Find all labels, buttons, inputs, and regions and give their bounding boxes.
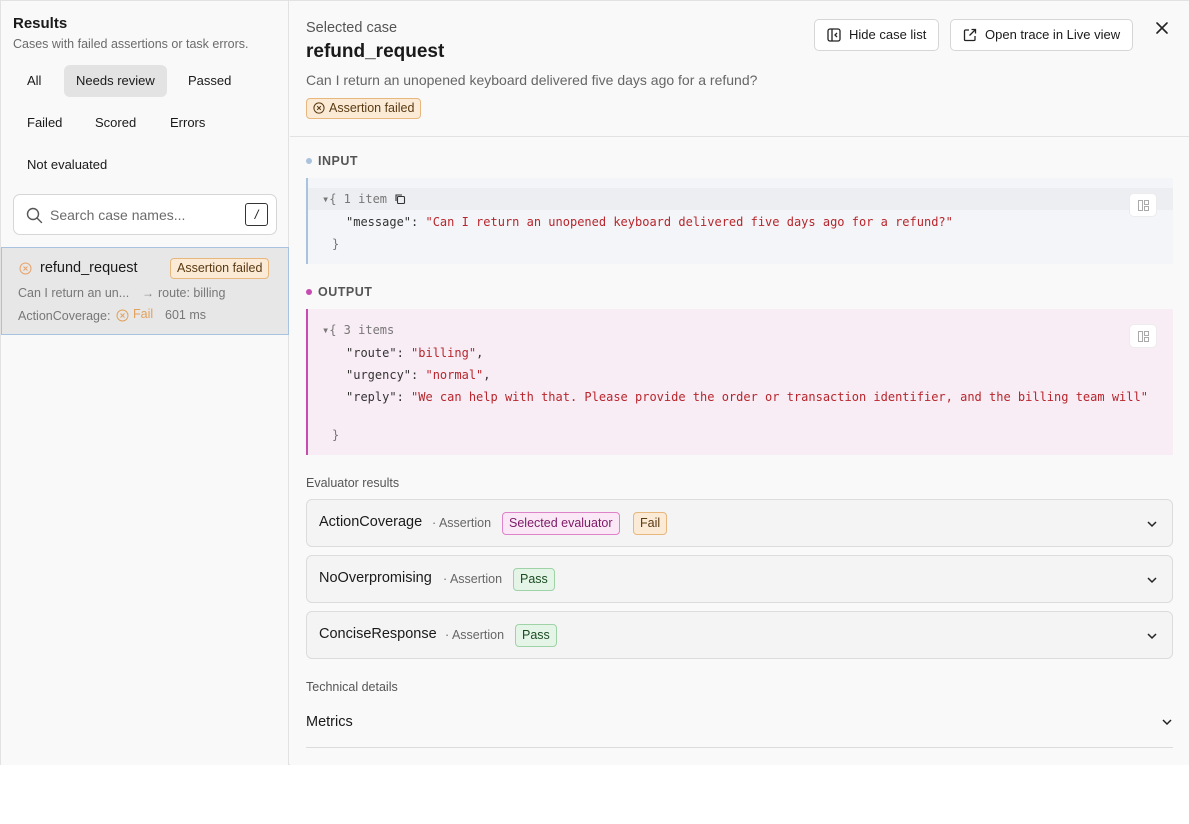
header-divider — [290, 136, 1189, 137]
columns-icon — [1138, 331, 1149, 342]
selected-case-label: Selected case — [306, 20, 398, 36]
hover-highlight — [308, 188, 1173, 210]
output-json-viewer: ▾{ 3 items "route": "billing", "urgency"… — [306, 309, 1173, 455]
fail-circle-icon — [313, 102, 325, 114]
selected-evaluator-badge: Selected evaluator — [502, 512, 620, 535]
search-shortcut-key: / — [245, 203, 268, 226]
fail-circle-icon — [19, 262, 32, 275]
search-input[interactable] — [50, 205, 230, 225]
input-json-viewer: ▾{ 1 item "message": "Can I return an un… — [306, 178, 1173, 264]
case-detail-panel: Selected case refund_request Can I retur… — [290, 1, 1189, 765]
results-subtitle: Cases with failed assertions or task err… — [13, 37, 249, 51]
output-json-row: "reply": "We can help with that. Please … — [346, 390, 1148, 404]
chevron-down-icon — [1147, 521, 1157, 528]
chevron-down-icon — [1147, 633, 1157, 640]
hide-case-list-label: Hide case list — [849, 27, 927, 42]
arrow-right-icon: → — [142, 286, 154, 300]
output-section-label: OUTPUT — [318, 285, 373, 299]
external-link-icon — [963, 28, 977, 42]
sidebar-collapse-icon — [827, 28, 841, 42]
fail-circle-icon — [116, 309, 129, 322]
evaluator-row-actioncoverage[interactable]: ActionCoverage · Assertion Selected eval… — [306, 499, 1173, 547]
view-toggle-button[interactable] — [1129, 193, 1157, 217]
case-list-item[interactable]: refund_request Assertion failed Can I re… — [1, 247, 289, 335]
output-json-row: "route": "billing", — [346, 346, 484, 360]
filter-needs-review[interactable]: Needs review — [64, 65, 167, 97]
metrics-disclosure[interactable]: Metrics — [306, 704, 1173, 748]
selected-case-title: refund_request — [306, 41, 445, 62]
input-json-row: "message": "Can I return an unopened key… — [346, 215, 953, 229]
evaluator-kind: · Assertion — [432, 516, 492, 530]
input-dot — [306, 158, 312, 164]
results-title: Results — [13, 15, 68, 32]
evaluator-row-conciseresponse[interactable]: ConciseResponse · Assertion Pass — [306, 611, 1173, 659]
case-duration: 601 ms — [165, 308, 206, 322]
output-json-summary[interactable]: ▾{ 3 items — [322, 323, 394, 337]
case-name: refund_request — [40, 260, 138, 276]
filter-not-evaluated[interactable]: Not evaluated — [15, 149, 119, 181]
chevron-down-icon — [1162, 719, 1172, 726]
evaluator-name: ActionCoverage — [319, 514, 423, 530]
app-window: Results Cases with failed assertions or … — [0, 0, 1189, 765]
evaluator-kind: · Assertion — [443, 572, 503, 586]
search-box: / — [13, 194, 277, 235]
case-route: route: billing — [158, 286, 226, 300]
filter-passed[interactable]: Passed — [176, 65, 243, 97]
view-toggle-button[interactable] — [1129, 324, 1157, 348]
copy-icon[interactable] — [394, 193, 406, 205]
evaluator-kind: · Assertion — [445, 628, 505, 642]
input-json-close: } — [332, 237, 340, 251]
selected-case-status-badge: Assertion failed — [306, 98, 422, 119]
evaluator-row-nooverpromising[interactable]: NoOverpromising · Assertion Pass — [306, 555, 1173, 603]
evaluator-name: ConciseResponse — [319, 626, 437, 642]
input-json-summary[interactable]: ▾{ 1 item — [322, 192, 406, 206]
case-status-badge: Assertion failed — [170, 258, 270, 279]
technical-details-title: Technical details — [306, 680, 398, 694]
open-trace-label: Open trace in Live view — [985, 27, 1121, 42]
filter-errors[interactable]: Errors — [158, 107, 217, 139]
selected-case-status-text: Assertion failed — [329, 101, 415, 115]
chevron-down-icon — [1147, 577, 1157, 584]
metrics-label: Metrics — [306, 714, 353, 730]
output-json-row: "urgency": "normal", — [346, 368, 491, 382]
evaluator-name: NoOverpromising — [319, 570, 432, 586]
open-trace-button[interactable]: Open trace in Live view — [950, 19, 1134, 51]
filter-scored[interactable]: Scored — [83, 107, 148, 139]
evaluator-results-title: Evaluator results — [306, 476, 400, 490]
case-evaluator-name: ActionCoverage: — [18, 309, 111, 323]
case-list-panel: Results Cases with failed assertions or … — [1, 1, 289, 765]
close-icon[interactable] — [1153, 19, 1171, 37]
input-section-label: INPUT — [318, 154, 358, 168]
evaluator-result-badge: Pass — [513, 568, 555, 591]
search-icon — [26, 207, 43, 224]
case-message-preview: Can I return an un... — [18, 286, 130, 300]
filter-all[interactable]: All — [15, 65, 53, 97]
hide-case-list-button[interactable]: Hide case list — [814, 19, 940, 51]
columns-icon — [1138, 200, 1149, 211]
output-json-close: } — [332, 428, 340, 442]
evaluator-result-badge: Pass — [515, 624, 557, 647]
case-evaluator-result: Fail — [133, 307, 154, 321]
evaluator-result-badge: Fail — [633, 512, 668, 535]
output-dot — [306, 289, 312, 295]
selected-case-question: Can I return an unopened keyboard delive… — [306, 72, 758, 88]
filter-failed[interactable]: Failed — [15, 107, 74, 139]
